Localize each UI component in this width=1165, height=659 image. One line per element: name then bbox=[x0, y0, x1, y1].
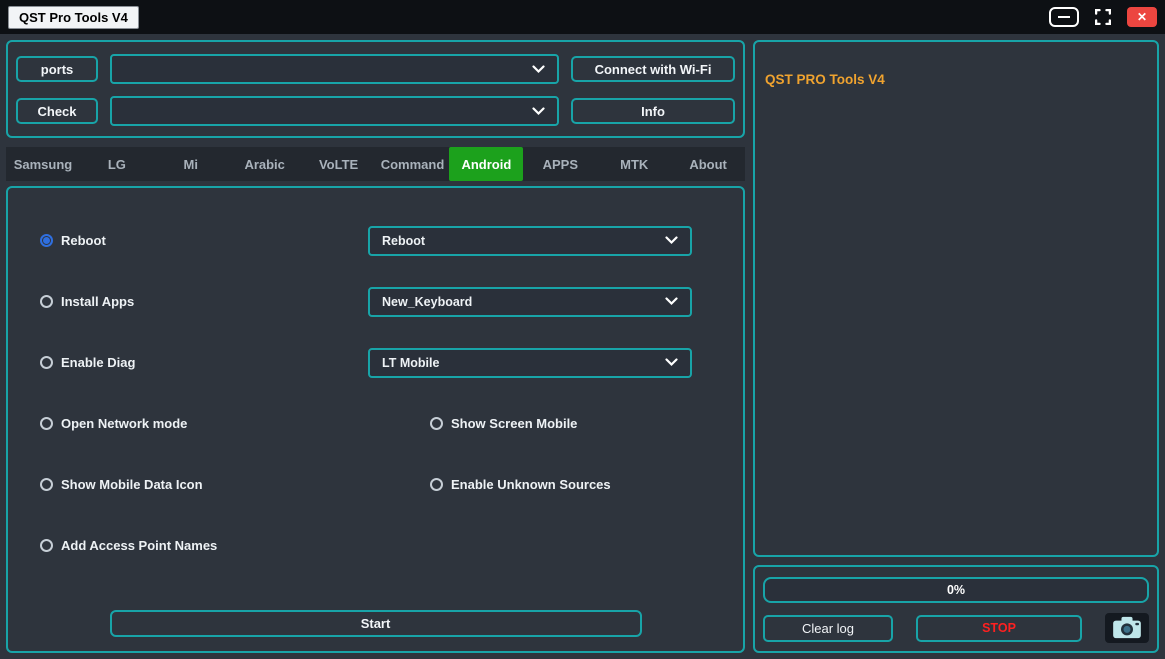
radio-icon[interactable] bbox=[430, 417, 443, 430]
radio-icon[interactable] bbox=[40, 478, 53, 491]
radio-option-install-apps[interactable]: Install Apps bbox=[40, 294, 368, 309]
close-button[interactable]: ✕ bbox=[1127, 7, 1157, 27]
reboot-row: Reboot Reboot bbox=[8, 210, 743, 271]
install-apps-select[interactable]: New_Keyboard bbox=[368, 287, 692, 317]
option-label: Show Screen Mobile bbox=[451, 416, 577, 431]
radio-icon[interactable] bbox=[40, 539, 53, 552]
tab-apps[interactable]: APPS bbox=[523, 147, 597, 181]
clear-log-button[interactable]: Clear log bbox=[763, 615, 893, 642]
enable-diag-select-value: LT Mobile bbox=[382, 356, 665, 370]
check-row: Check Info bbox=[16, 96, 735, 126]
radio-option-add-access-point-names[interactable]: Add Access Point Names bbox=[40, 538, 430, 553]
device-select[interactable] bbox=[110, 96, 559, 126]
stop-button[interactable]: STOP bbox=[916, 615, 1082, 642]
option-label: Open Network mode bbox=[61, 416, 187, 431]
tab-android[interactable]: Android bbox=[449, 147, 523, 181]
option-label: Enable Diag bbox=[61, 355, 135, 370]
chevron-down-icon bbox=[532, 65, 545, 74]
tab-command[interactable]: Command bbox=[376, 147, 450, 181]
option-label: Install Apps bbox=[61, 294, 134, 309]
right-column: QST PRO Tools V4 0% Clear log STOP bbox=[753, 40, 1159, 653]
data-icon-row: Show Mobile Data Icon Enable Unknown Sou… bbox=[8, 454, 743, 515]
chevron-down-icon bbox=[665, 358, 678, 367]
connection-panel: ports Connect with Wi-Fi Check bbox=[6, 40, 745, 138]
connect-wifi-button[interactable]: Connect with Wi-Fi bbox=[571, 56, 735, 82]
close-icon: ✕ bbox=[1137, 10, 1147, 24]
android-panel: Reboot Reboot Install Apps bbox=[6, 186, 745, 653]
stop-button-label: STOP bbox=[982, 621, 1016, 635]
radio-icon[interactable] bbox=[40, 295, 53, 308]
start-button[interactable]: Start bbox=[110, 610, 642, 637]
screenshot-button[interactable] bbox=[1105, 613, 1149, 643]
progress-bar: 0% bbox=[763, 577, 1149, 603]
start-row: Start bbox=[8, 610, 743, 637]
radio-option-enable-diag[interactable]: Enable Diag bbox=[40, 355, 368, 370]
tab-samsung[interactable]: Samsung bbox=[6, 147, 80, 181]
chevron-down-icon bbox=[532, 107, 545, 116]
network-row: Open Network mode Show Screen Mobile bbox=[8, 393, 743, 454]
footer-buttons-row: Clear log STOP bbox=[763, 613, 1149, 643]
tab-volte[interactable]: VoLTE bbox=[302, 147, 376, 181]
option-label: Add Access Point Names bbox=[61, 538, 217, 553]
tab-mtk[interactable]: MTK bbox=[597, 147, 671, 181]
radio-icon[interactable] bbox=[40, 356, 53, 369]
window-controls: ✕ bbox=[1049, 7, 1157, 27]
title-bar: QST Pro Tools V4 ✕ bbox=[0, 0, 1165, 34]
ports-row: ports Connect with Wi-Fi bbox=[16, 54, 735, 84]
reboot-select-value: Reboot bbox=[382, 234, 665, 248]
check-button[interactable]: Check bbox=[16, 98, 98, 124]
maximize-icon bbox=[1095, 9, 1111, 25]
progress-panel: 0% Clear log STOP bbox=[753, 565, 1159, 653]
radio-icon[interactable] bbox=[430, 478, 443, 491]
chevron-down-icon bbox=[665, 236, 678, 245]
tab-bar: Samsung LG Mi Arabic VoLTE Command Andro… bbox=[6, 147, 745, 181]
radio-option-enable-unknown-sources[interactable]: Enable Unknown Sources bbox=[430, 477, 611, 492]
tab-lg[interactable]: LG bbox=[80, 147, 154, 181]
enable-diag-select[interactable]: LT Mobile bbox=[368, 348, 692, 378]
window-title: QST Pro Tools V4 bbox=[8, 6, 139, 29]
install-apps-select-value: New_Keyboard bbox=[382, 295, 665, 309]
info-button[interactable]: Info bbox=[571, 98, 735, 124]
tab-arabic[interactable]: Arabic bbox=[228, 147, 302, 181]
enable-diag-row: Enable Diag LT Mobile bbox=[8, 332, 743, 393]
apn-row: Add Access Point Names bbox=[8, 515, 743, 576]
chevron-down-icon bbox=[665, 297, 678, 306]
ports-button[interactable]: ports bbox=[16, 56, 98, 82]
left-column: ports Connect with Wi-Fi Check bbox=[6, 40, 745, 653]
option-label: Enable Unknown Sources bbox=[451, 477, 611, 492]
log-panel: QST PRO Tools V4 bbox=[753, 40, 1159, 557]
reboot-action-select[interactable]: Reboot bbox=[368, 226, 692, 256]
content-area: ports Connect with Wi-Fi Check bbox=[0, 34, 1165, 659]
port-select[interactable] bbox=[110, 54, 559, 84]
install-apps-row: Install Apps New_Keyboard bbox=[8, 271, 743, 332]
option-label: Show Mobile Data Icon bbox=[61, 477, 203, 492]
radio-selected-icon[interactable] bbox=[40, 234, 53, 247]
maximize-button[interactable] bbox=[1091, 7, 1115, 27]
tab-mi[interactable]: Mi bbox=[154, 147, 228, 181]
log-panel-title: QST PRO Tools V4 bbox=[765, 72, 1147, 87]
camera-icon bbox=[1112, 616, 1142, 640]
radio-icon[interactable] bbox=[40, 417, 53, 430]
option-label: Reboot bbox=[61, 233, 106, 248]
radio-option-show-mobile-data-icon[interactable]: Show Mobile Data Icon bbox=[40, 477, 430, 492]
radio-option-open-network-mode[interactable]: Open Network mode bbox=[40, 416, 430, 431]
radio-option-reboot[interactable]: Reboot bbox=[40, 233, 368, 248]
radio-option-show-screen-mobile[interactable]: Show Screen Mobile bbox=[430, 416, 577, 431]
tab-about[interactable]: About bbox=[671, 147, 745, 181]
minimize-button[interactable] bbox=[1049, 7, 1079, 27]
minimize-icon bbox=[1058, 16, 1070, 18]
app-window: QST Pro Tools V4 ✕ ports bbox=[0, 0, 1165, 656]
